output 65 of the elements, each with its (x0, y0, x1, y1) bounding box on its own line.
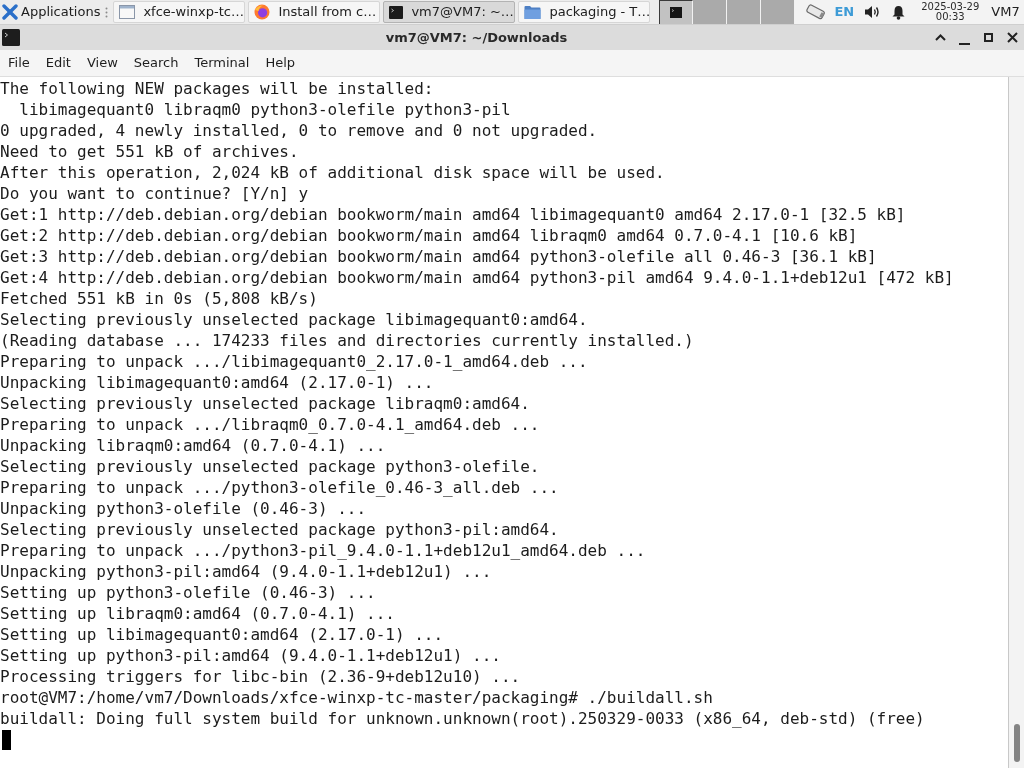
taskbar-window-button[interactable]: xfce-winxp-tc… (113, 1, 246, 23)
taskbar-window-button[interactable]: packaging - T… (518, 1, 651, 23)
maximize-button[interactable] (981, 30, 995, 45)
terminal-line: Setting up libimagequant0:amd64 (2.17.0-1) ... (0, 624, 444, 645)
taskbar-window-button[interactable]: Install from c… (248, 1, 381, 23)
terminal-line: Preparing to unpack .../libimagequant0_2.17.0-1_amd64.deb ... (0, 351, 588, 372)
window-thumbnail-icon (670, 7, 683, 18)
workspace-button[interactable] (659, 0, 694, 24)
menu-item[interactable]: Search (125, 50, 187, 76)
speaker-icon[interactable] (864, 5, 881, 19)
terminal-line: Get:3 http://deb.debian.org/debian bookworm/main amd64 python3-olefile all 0.46-3 [36.1 kB] (0, 246, 877, 267)
scrollbar-thumb[interactable] (1013, 724, 1020, 762)
terminal-line: Preparing to unpack .../python3-pil_9.4.0-1.1+deb12u1_amd64.deb ... (0, 540, 646, 561)
scrollbar-track[interactable] (1008, 77, 1024, 768)
terminal-line: The following NEW packages will be installed: (0, 78, 434, 99)
window-icon (119, 5, 136, 19)
terminal-line: Unpacking libraqm0:amd64 (0.7.0-4.1) ... (0, 435, 386, 456)
logo-icon (2, 4, 18, 20)
chevron-up-icon (934, 34, 946, 41)
terminal-line: (Reading database ... 174233 files and directories currently installed.) (0, 330, 694, 351)
terminal-line: Setting up python3-pil:amd64 (9.4.0-1.1+deb12u1) ... (0, 645, 501, 666)
terminal-line: Preparing to unpack .../libraqm0_0.7.0-4.1_amd64.deb ... (0, 414, 540, 435)
terminal-line: libimagequant0 libraqm0 python3-olefile python3-pil (18, 99, 511, 120)
close-icon (1006, 32, 1018, 43)
window-title: vm7@VM7: ~/Downloads (385, 28, 568, 47)
menu-item[interactable]: File (0, 50, 38, 76)
clock-time: 00:33 (935, 12, 965, 22)
terminal-line: buildall: Doing full system build for unknown.unknown(root).250329-0033 (x86_64, deb-std) (free) (0, 708, 925, 729)
terminal-line: Selecting previously unselected package python3-olefile. (0, 456, 540, 477)
taskbar-window-button[interactable]: vm7@VM7: ~… (383, 1, 516, 23)
terminal-line: Get:1 http://deb.debian.org/debian bookworm/main amd64 libimagequant0 amd64 2.17.0-1 [32.5 kB] (0, 204, 906, 225)
terminal-line: Preparing to unpack .../python3-olefile_0.46-3_all.deb ... (0, 477, 559, 498)
clock-date: 2025-03-29 (921, 2, 980, 12)
terminal-line: Unpacking libimagequant0:amd64 (2.17.0-1) ... (0, 372, 434, 393)
terminal-line: Processing triggers for libc-bin (2.36-9+deb12u10) ... (0, 666, 521, 687)
terminal-line: Get:4 http://deb.debian.org/debian bookworm/main amd64 python3-pil amd64 9.4.0-1.1+deb12u1 [472 kB] (0, 267, 954, 288)
user-button[interactable]: VM7 (991, 2, 1020, 22)
terminal-line: Need to get 551 kB of archives. (0, 141, 299, 162)
menu-item[interactable]: Terminal (186, 50, 258, 76)
bell-icon[interactable] (892, 4, 906, 20)
text-cursor (2, 729, 11, 750)
terminal-line: Fetched 551 kB in 0s (5,808 kB/s) (0, 288, 318, 309)
terminal-line: After this operation, 2,024 kB of additional disk space will be used. (0, 162, 665, 183)
terminal-line: Unpacking python3-olefile (0.46-3) ... (0, 498, 367, 519)
applications-menu-button[interactable]: Applications (0, 0, 103, 24)
terminal-line: Selecting previously unselected package libraqm0:amd64. (0, 393, 530, 414)
terminal-line: Setting up python3-olefile (0.46-3) ... (0, 582, 376, 603)
menu-item[interactable]: Help (257, 50, 304, 76)
maximize-icon (983, 33, 993, 42)
menu-item[interactable]: View (78, 50, 126, 76)
browser-icon (254, 4, 271, 20)
folder-icon (524, 4, 542, 20)
menu-item[interactable]: Edit (37, 50, 79, 76)
terminal-line: Selecting previously unselected package python3-pil:amd64. (0, 519, 559, 540)
terminal-line: 0 upgraded, 4 newly installed, 0 to remove and 0 not upgraded. (0, 120, 598, 141)
terminal-line: Unpacking python3-pil:amd64 (9.4.0-1.1+deb12u1) ... (0, 561, 492, 582)
drag-handle-icon (105, 6, 109, 18)
terminal-line: Setting up libraqm0:amd64 (0.7.0-4.1) ... (0, 603, 395, 624)
terminal-line: Selecting previously unselected package libimagequant0:amd64. (0, 309, 588, 330)
close-button[interactable] (1005, 30, 1019, 45)
minimize-icon (958, 42, 970, 45)
terminal-line: root@VM7:/home/vm7/Downloads/xfce-winxp-tc-master/packaging# ./buildall.sh (0, 687, 713, 708)
terminal-line: Get:2 http://deb.debian.org/debian bookworm/main amd64 libraqm0 amd64 0.7.0-4.1 [10.6 kB] (0, 225, 858, 246)
terminal-line: Do you want to continue? [Y/n] y (0, 183, 309, 204)
terminal-icon (389, 5, 404, 19)
